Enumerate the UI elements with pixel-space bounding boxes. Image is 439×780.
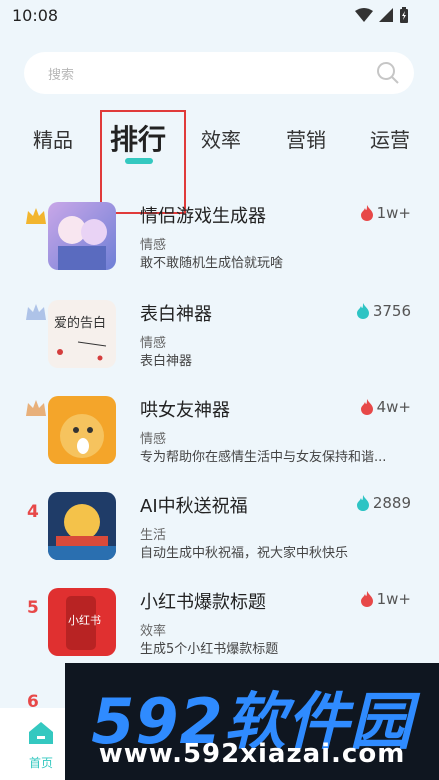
app-thumbnail [48, 202, 116, 270]
app-thumbnail: 爱的告白 [48, 300, 116, 368]
search-icon[interactable] [376, 61, 400, 85]
item-category: 情感 [140, 238, 167, 253]
item-metric-value: 4w+ [376, 398, 411, 416]
item-metric-value: 1w+ [376, 204, 411, 222]
status-icons [355, 7, 409, 23]
app-thumbnail [48, 492, 116, 560]
item-title: 情侣游戏生成器 [140, 206, 266, 227]
item-metric: 1w+ [360, 590, 411, 608]
item-category: 生活 [140, 528, 167, 543]
item-desc: 生成5个小红书爆款标题 [140, 642, 279, 657]
fire-icon [360, 205, 373, 221]
fire-icon [360, 591, 373, 607]
list-item[interactable]: 情侣游戏生成器 情感 敢不敢随机生成恰就玩啥 1w+ [0, 202, 439, 292]
battery-icon [400, 7, 408, 23]
tab-operations[interactable]: 运营 [370, 124, 410, 153]
app-thumbnail: 小红书 [48, 588, 116, 656]
signal-icon [379, 8, 393, 22]
app-thumbnail [48, 396, 116, 464]
crown-silver-icon [26, 304, 46, 320]
list-item[interactable]: 爱的告白 表白神器 情感 表白神器 3756 [0, 300, 439, 390]
wifi-icon [355, 8, 373, 22]
thumbnail-text: 小红书 [68, 614, 101, 627]
item-desc: 表白神器 [140, 354, 193, 369]
item-category: 情感 [140, 336, 167, 351]
watermark: 592软件园 www.592xiazai.com [65, 663, 439, 780]
item-metric: 1w+ [360, 204, 411, 222]
watermark-url: www.592xiazai.com [98, 739, 406, 769]
item-metric: 3756 [356, 302, 411, 320]
item-metric-value: 1w+ [376, 590, 411, 608]
item-title: AI中秋送祝福 [140, 496, 248, 517]
thumbnail-art-icon [58, 216, 107, 270]
crown-gold-icon [26, 208, 46, 224]
item-metric: 4w+ [360, 398, 411, 416]
highlight-box [100, 110, 186, 214]
item-desc: 敢不敢随机生成恰就玩啥 [140, 256, 284, 271]
thumbnail-text: 爱的告白 [54, 316, 107, 331]
item-desc: 自动生成中秋祝福，祝大家中秋快乐 [140, 546, 349, 561]
fire-icon [356, 303, 369, 319]
item-metric-value: 2889 [372, 494, 411, 512]
item-title: 哄女友神器 [140, 400, 230, 421]
thumbnail-art-icon [48, 504, 116, 560]
fire-icon [360, 399, 373, 415]
rank-number: 4 [27, 502, 39, 522]
crown-bronze-icon [26, 400, 46, 416]
home-icon[interactable] [28, 720, 54, 746]
category-tabs: 精品 排行 效率 营销 运营 [0, 118, 439, 168]
item-metric-value: 3756 [372, 302, 411, 320]
thumbnail-art-icon [60, 414, 104, 458]
fire-icon [356, 495, 369, 511]
tab-marketing[interactable]: 营销 [286, 124, 326, 153]
rank-number: 5 [27, 598, 39, 618]
tab-featured[interactable]: 精品 [33, 124, 73, 153]
search-bar[interactable]: 搜索 [24, 52, 414, 94]
list-item[interactable]: 4 AI中秋送祝福 生活 自动生成中秋祝福，祝大家中秋快乐 2889 [0, 492, 439, 582]
item-category: 情感 [140, 432, 167, 447]
thumbnail-art-icon [57, 341, 107, 361]
status-bar: 10:08 [0, 0, 439, 32]
nav-home-label[interactable]: 首页 [29, 754, 53, 771]
tab-efficiency[interactable]: 效率 [201, 124, 241, 153]
list-item[interactable]: 哄女友神器 情感 专为帮助你在感情生活中与女友保持和谐... 4w+ [0, 396, 439, 486]
status-time: 10:08 [12, 6, 59, 25]
item-metric: 2889 [356, 494, 411, 512]
item-desc: 专为帮助你在感情生活中与女友保持和谐... [140, 450, 387, 465]
item-title: 表白神器 [140, 304, 212, 325]
search-input[interactable]: 搜索 [48, 64, 74, 83]
item-category: 效率 [140, 624, 167, 639]
item-title: 小红书爆款标题 [140, 592, 266, 613]
